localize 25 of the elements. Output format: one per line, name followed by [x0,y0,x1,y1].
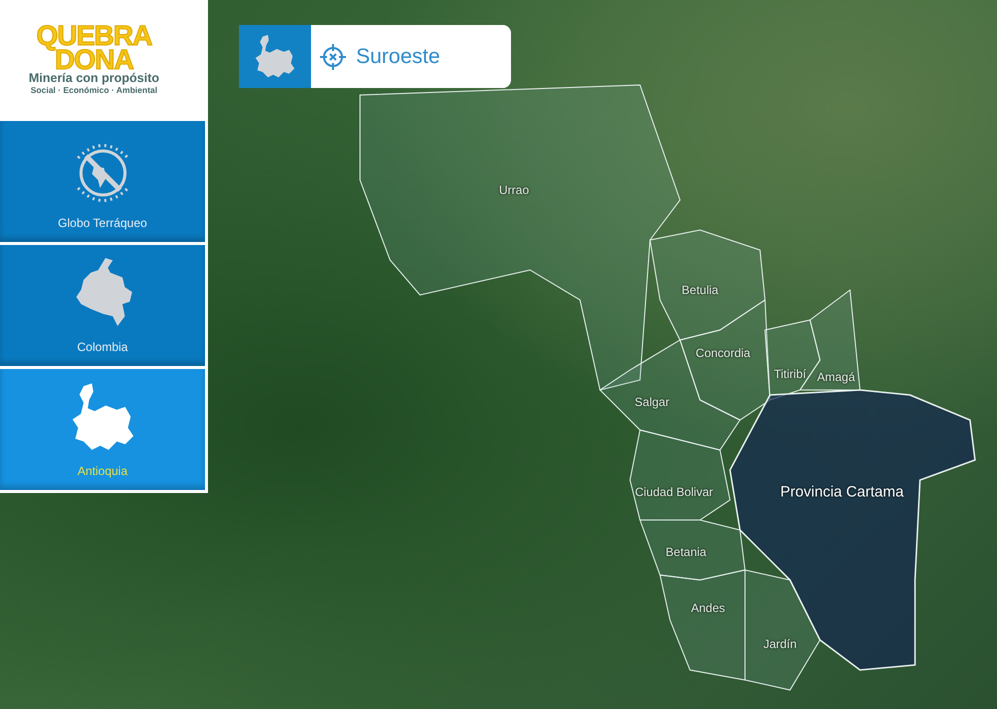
municipality-region[interactable] [629,429,731,520]
region-map-button[interactable] [239,25,311,88]
region-label: Betania [666,545,706,559]
region-label: Andes [690,601,726,615]
breadcrumb-label: Suroeste [356,44,440,68]
target-icon [319,42,347,70]
region-label: Amagá [816,370,856,384]
highlighted-region[interactable] [729,389,976,671]
region-label: Concordia [696,346,750,360]
region-label: Provincia Cartama [780,484,904,500]
sidebar-item[interactable]: Colombia [0,245,205,366]
sidebar-item[interactable]: Antioquia [0,369,205,490]
region-label: Urrao [499,183,529,197]
region-label: Jardín [763,637,797,651]
region-label: Titiribí [774,367,806,381]
region-label: Salgar [634,395,670,409]
municipality-region[interactable] [744,569,821,691]
municipality-region[interactable] [649,229,766,341]
municipality-region[interactable] [639,520,746,580]
region-label: Ciudad Bolivar [634,485,714,499]
logo-subtitle: Social · Económico · Ambiental [30,84,158,94]
sidebar-item[interactable]: Globo Terráqueo [0,121,205,242]
municipality-region[interactable] [659,569,746,681]
logo-tagline: Minería con propósito [28,72,160,84]
region-label: Betulia [682,283,718,297]
